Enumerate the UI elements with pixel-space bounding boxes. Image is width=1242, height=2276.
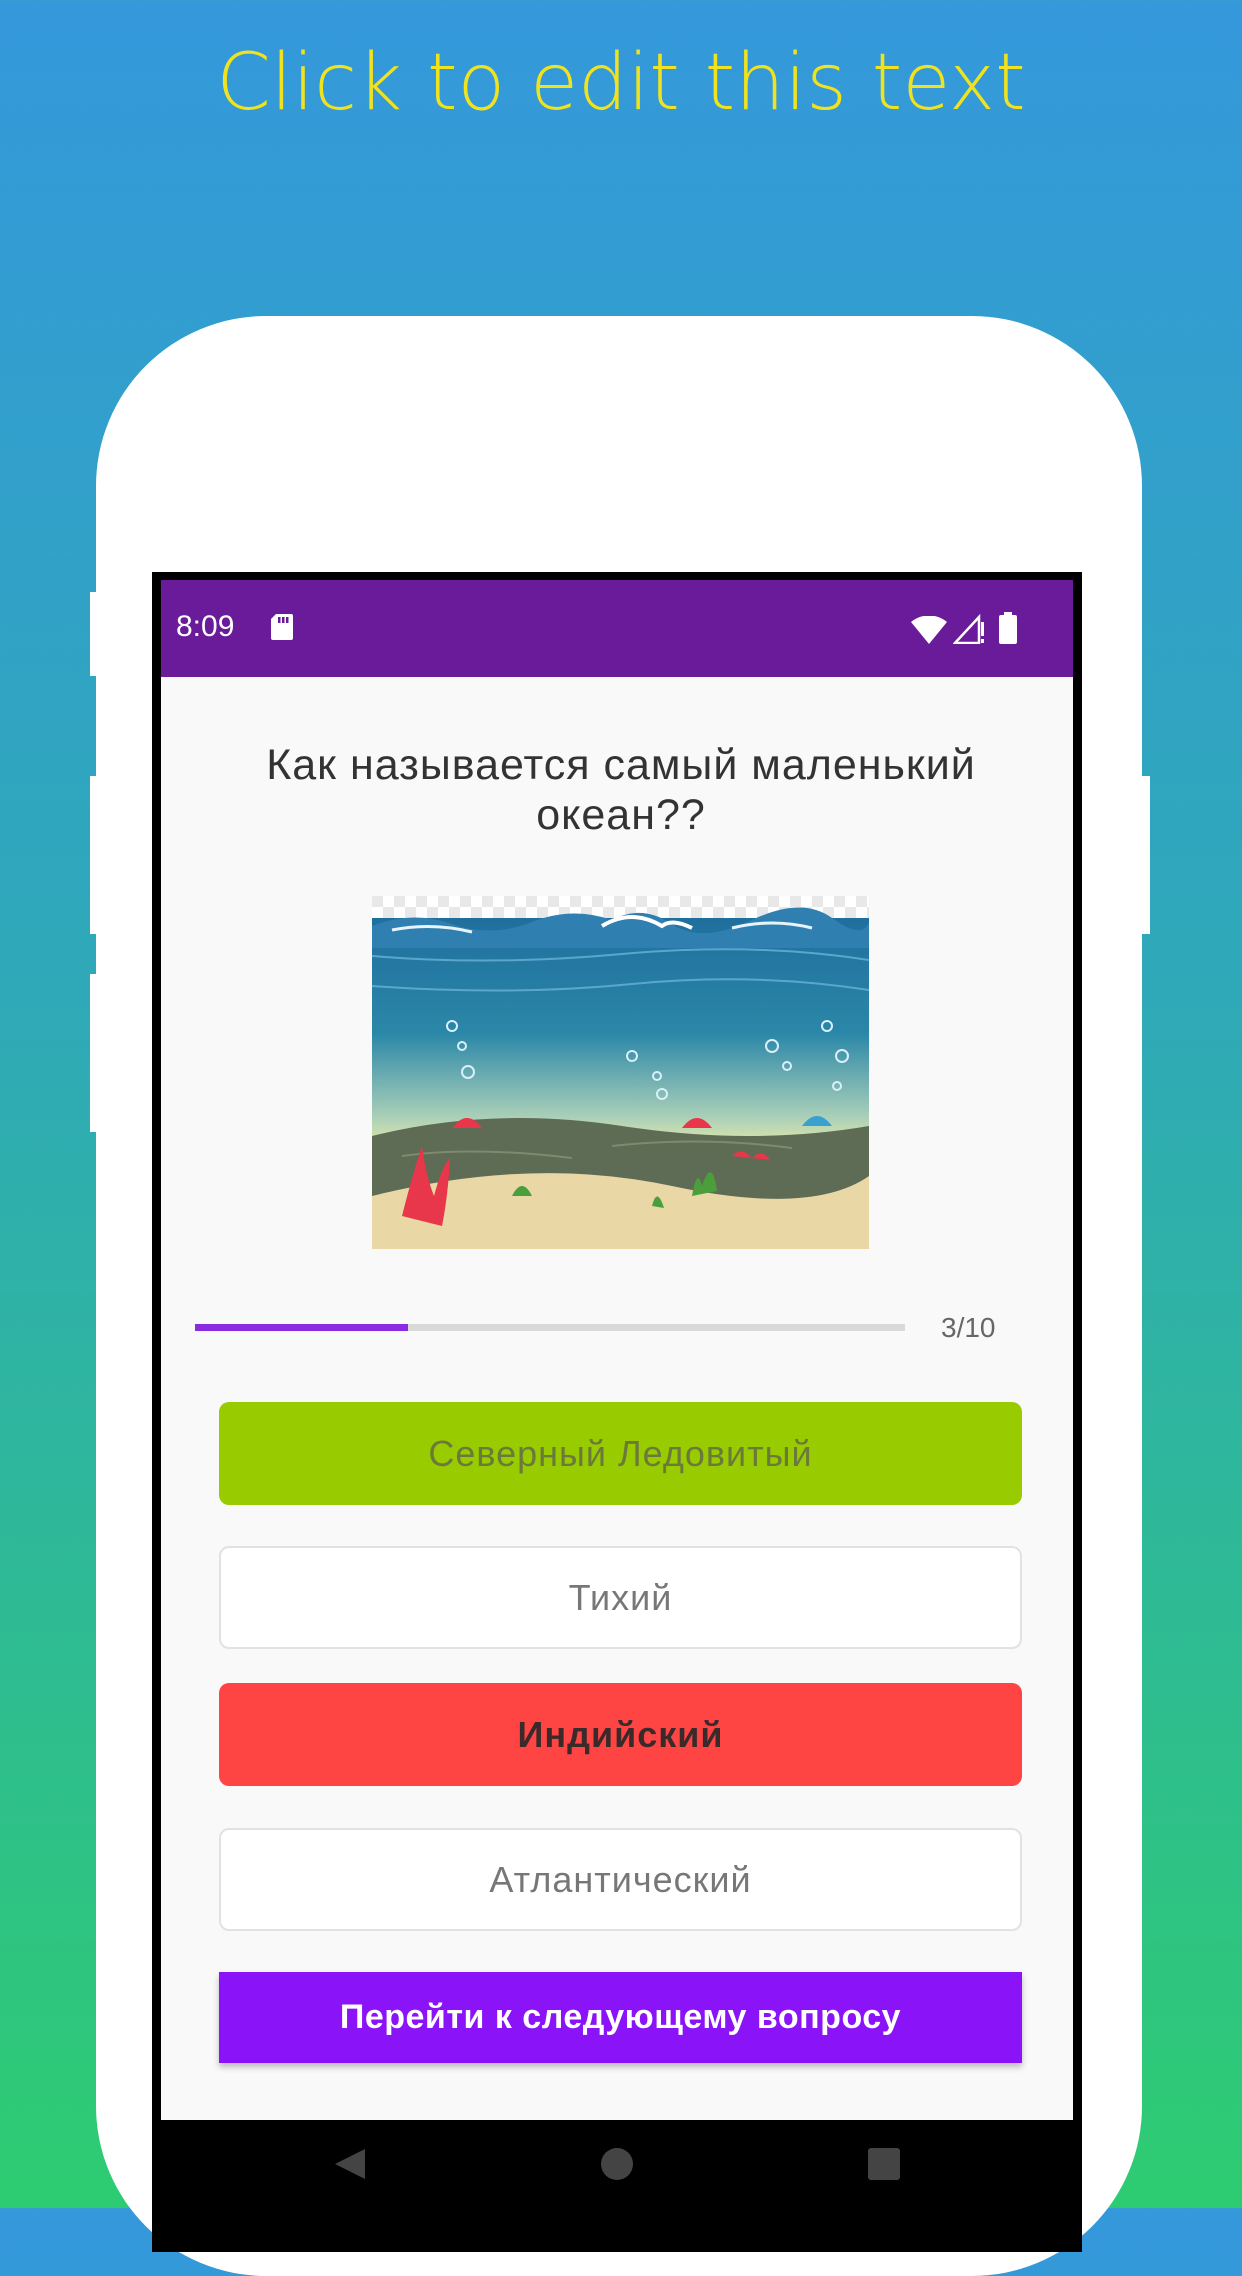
- question-text: Как называется самый маленький океан??: [266, 741, 976, 839]
- status-bar: 8:09: [161, 580, 1073, 677]
- next-question-label: Перейти к следующему вопросу: [339, 1998, 902, 2036]
- navigation-bar: [161, 2121, 1073, 2208]
- answer-button-4[interactable]: Атлантический: [219, 1828, 1022, 1931]
- answer-label: Тихий: [568, 1576, 673, 1618]
- answer-label: Северный Ледовитый: [428, 1432, 813, 1474]
- phone-side-button: [1138, 776, 1150, 934]
- answer-label: Индийский: [517, 1713, 724, 1755]
- quiz-image: [372, 896, 869, 1249]
- phone-side-button: [90, 776, 102, 934]
- signal-icon: [953, 614, 984, 644]
- wifi-icon: [911, 616, 947, 644]
- progress-bar: [195, 1324, 905, 1331]
- sd-card-icon: [271, 614, 293, 640]
- progress-fill: [195, 1324, 408, 1331]
- status-time: 8:09: [176, 610, 235, 643]
- back-icon[interactable]: [333, 2147, 367, 2181]
- answer-label: Атлантический: [489, 1858, 752, 1900]
- phone-side-button: [90, 974, 102, 1132]
- phone-side-button: [90, 592, 102, 676]
- answer-button-2[interactable]: Тихий: [219, 1546, 1022, 1649]
- promo-title[interactable]: Click to edit this text: [0, 38, 1242, 128]
- battery-icon: [999, 612, 1017, 644]
- answer-button-1[interactable]: Северный Ледовитый: [219, 1402, 1022, 1505]
- recents-icon[interactable]: [867, 2147, 901, 2181]
- app-screen: 8:09 Как называется самый маленький океа…: [161, 580, 1073, 2120]
- home-icon[interactable]: [600, 2147, 634, 2181]
- progress-label: 3/10: [941, 1312, 996, 1343]
- answer-button-3[interactable]: Индийский: [219, 1683, 1022, 1786]
- underwater-ocean-illustration: [372, 896, 869, 1249]
- next-question-button[interactable]: Перейти к следующему вопросу: [219, 1972, 1022, 2063]
